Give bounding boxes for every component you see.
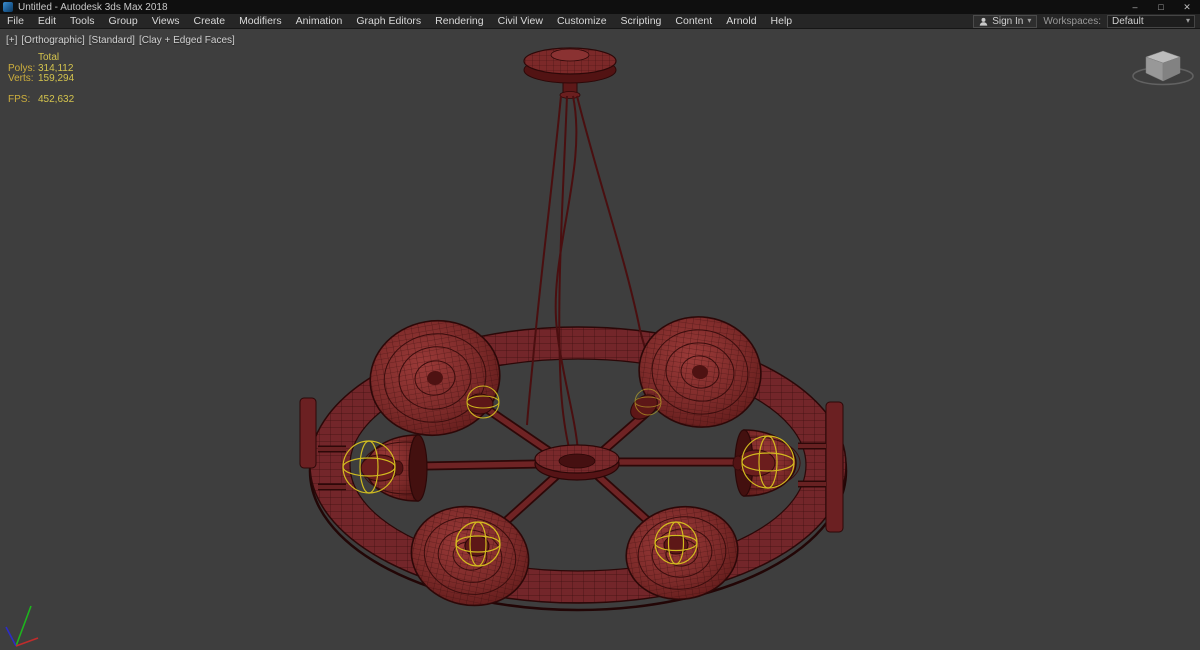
- menu-item-civil-view[interactable]: Civil View: [491, 14, 550, 29]
- workspaces-caret-icon: ▾: [1185, 16, 1190, 25]
- menu-bar: File Edit Tools Group Views Create Modif…: [0, 14, 1200, 29]
- menu-item-tools[interactable]: Tools: [63, 14, 102, 29]
- viewport-menu-pov[interactable]: [Orthographic]: [21, 35, 84, 46]
- sign-in-caret-icon: ▾: [1027, 16, 1032, 25]
- menu-item-help[interactable]: Help: [764, 14, 800, 29]
- app-icon: [3, 2, 13, 12]
- menu-item-animation[interactable]: Animation: [289, 14, 350, 29]
- stats-fps-label: FPS:: [8, 93, 31, 105]
- viewport-menu-general[interactable]: [+]: [6, 35, 17, 46]
- suspension-cables[interactable]: [526, 95, 649, 453]
- menu-item-rendering[interactable]: Rendering: [428, 14, 490, 29]
- viewport-statistics: Total Polys: 314,112 Verts: 159,294 FPS:…: [8, 52, 75, 105]
- menu-item-edit[interactable]: Edit: [31, 14, 63, 29]
- lamp-shade-upper-right[interactable]: [626, 309, 768, 435]
- workspaces-label: Workspaces:: [1043, 15, 1101, 27]
- viewcube[interactable]: [1132, 50, 1194, 86]
- viewport[interactable]: [+] [Orthographic] [Standard] [Clay + Ed…: [0, 29, 1200, 650]
- workspaces-value: Default: [1112, 15, 1144, 27]
- title-bar: Untitled - Autodesk 3ds Max 2018 – □ ✕: [0, 0, 1200, 14]
- menu-item-group[interactable]: Group: [102, 14, 145, 29]
- ceiling-mount[interactable]: [523, 47, 617, 99]
- menu-item-scripting[interactable]: Scripting: [614, 14, 669, 29]
- menu-item-arnold[interactable]: Arnold: [719, 14, 763, 29]
- window-title: Untitled - Autodesk 3ds Max 2018: [18, 1, 168, 13]
- stats-fps-value: 452,632: [38, 93, 75, 105]
- window-controls: – □ ✕: [1122, 0, 1200, 14]
- viewport-menu-standard[interactable]: [Standard]: [89, 35, 135, 46]
- menu-item-create[interactable]: Create: [187, 14, 233, 29]
- viewport-menu-shading[interactable]: [Clay + Edged Faces]: [139, 35, 235, 46]
- menu-item-views[interactable]: Views: [145, 14, 187, 29]
- maximize-button[interactable]: □: [1148, 0, 1174, 14]
- sign-in-button[interactable]: Sign In ▾: [973, 14, 1038, 28]
- menu-item-graph-editors[interactable]: Graph Editors: [349, 14, 428, 29]
- stats-verts-label: Verts:: [8, 73, 34, 84]
- axis-z-blue: [5, 626, 17, 647]
- viewport-canvas[interactable]: [0, 29, 1200, 650]
- ring-bracket-left[interactable]: [299, 397, 317, 469]
- menu-item-customize[interactable]: Customize: [550, 14, 614, 29]
- minimize-button[interactable]: –: [1122, 0, 1148, 14]
- user-icon: [979, 17, 988, 26]
- lamp-shade-upper-left[interactable]: [361, 311, 509, 446]
- menu-item-modifiers[interactable]: Modifiers: [232, 14, 289, 29]
- axis-y-green: [15, 605, 32, 647]
- stats-verts-value: 159,294: [38, 73, 75, 84]
- workspaces-dropdown[interactable]: Default ▾: [1107, 14, 1195, 28]
- sign-in-label: Sign In: [992, 15, 1024, 27]
- viewport-label: [+] [Orthographic] [Standard] [Clay + Ed…: [6, 35, 235, 46]
- menu-item-content[interactable]: Content: [668, 14, 719, 29]
- close-button[interactable]: ✕: [1174, 0, 1200, 14]
- ring-bracket-right[interactable]: [825, 401, 844, 533]
- menu-item-file[interactable]: File: [0, 14, 31, 29]
- menubar-right-controls: Sign In ▾ Workspaces: Default ▾: [973, 14, 1200, 28]
- stats-total-label: Total: [38, 52, 60, 63]
- axis-tripod: [5, 605, 39, 647]
